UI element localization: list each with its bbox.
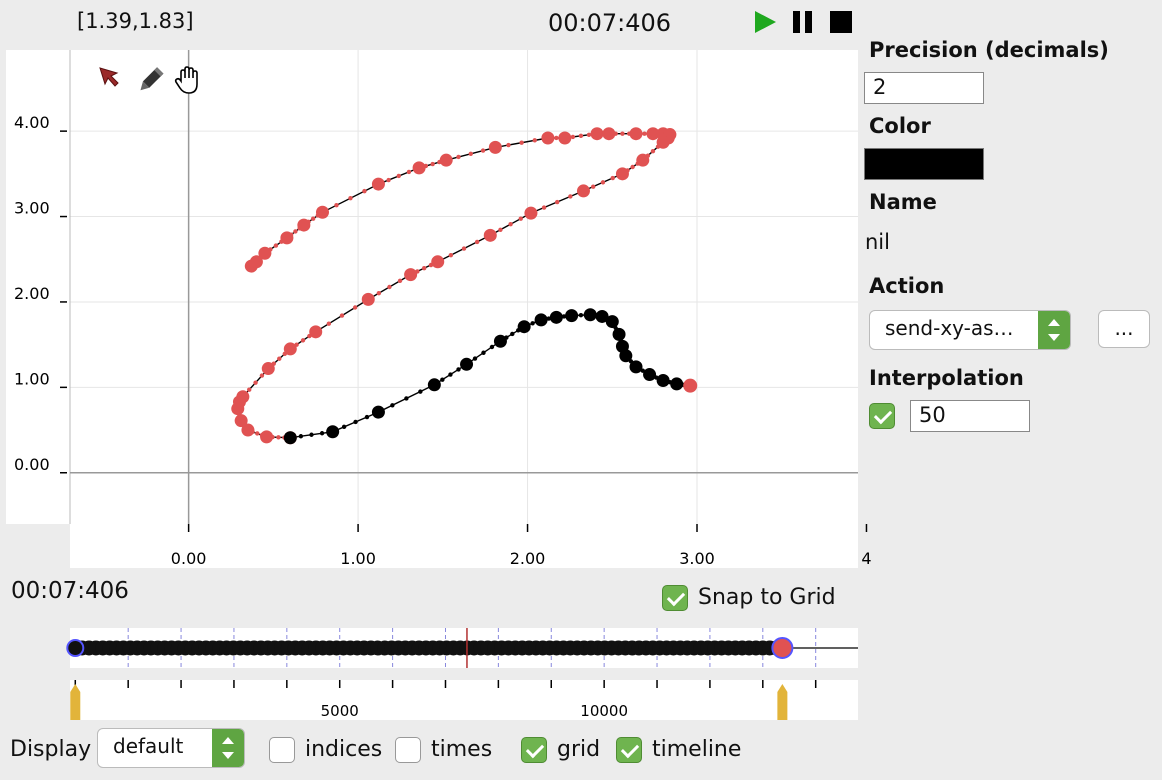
timeline-label: timeline bbox=[652, 737, 742, 762]
action-select[interactable]: send-xy-as… bbox=[869, 310, 1071, 350]
precision-input[interactable]: 2 bbox=[864, 72, 984, 104]
range-start-marker bbox=[70, 684, 81, 720]
name-title: Name bbox=[869, 190, 937, 214]
action-more-button[interactable]: ... bbox=[1098, 310, 1150, 348]
color-swatch[interactable] bbox=[864, 148, 984, 180]
timeline-start-point bbox=[66, 639, 85, 657]
display-select[interactable]: default bbox=[97, 728, 245, 768]
timeline-graphics[interactable]: 5000 10000 bbox=[0, 0, 1162, 780]
display-select-value: default bbox=[113, 734, 184, 758]
ruler-label: 10000 bbox=[580, 702, 628, 720]
interpolation-title: Interpolation bbox=[869, 366, 1024, 390]
display-label: Display bbox=[10, 737, 92, 762]
precision-title: Precision (decimals) bbox=[869, 38, 1109, 62]
interpolation-checkbox[interactable] bbox=[869, 403, 895, 429]
name-value: nil bbox=[865, 230, 890, 254]
interpolation-input[interactable]: 50 bbox=[910, 400, 1030, 432]
grid-checkbox[interactable] bbox=[521, 737, 547, 763]
range-end-marker bbox=[777, 684, 788, 720]
color-title: Color bbox=[869, 114, 931, 138]
indices-checkbox[interactable] bbox=[269, 737, 295, 763]
indices-label: indices bbox=[305, 737, 383, 762]
timeline-end-point bbox=[771, 637, 794, 659]
times-label: times bbox=[431, 737, 493, 762]
action-title: Action bbox=[869, 274, 945, 298]
select-arrows-icon bbox=[1038, 311, 1070, 349]
action-select-value: send-xy-as… bbox=[885, 316, 1014, 340]
timeline-checkbox[interactable] bbox=[616, 737, 642, 763]
ruler-label: 5000 bbox=[321, 702, 359, 720]
select-arrows-icon bbox=[212, 729, 244, 767]
grid-label: grid bbox=[557, 737, 601, 762]
times-checkbox[interactable] bbox=[395, 737, 421, 763]
